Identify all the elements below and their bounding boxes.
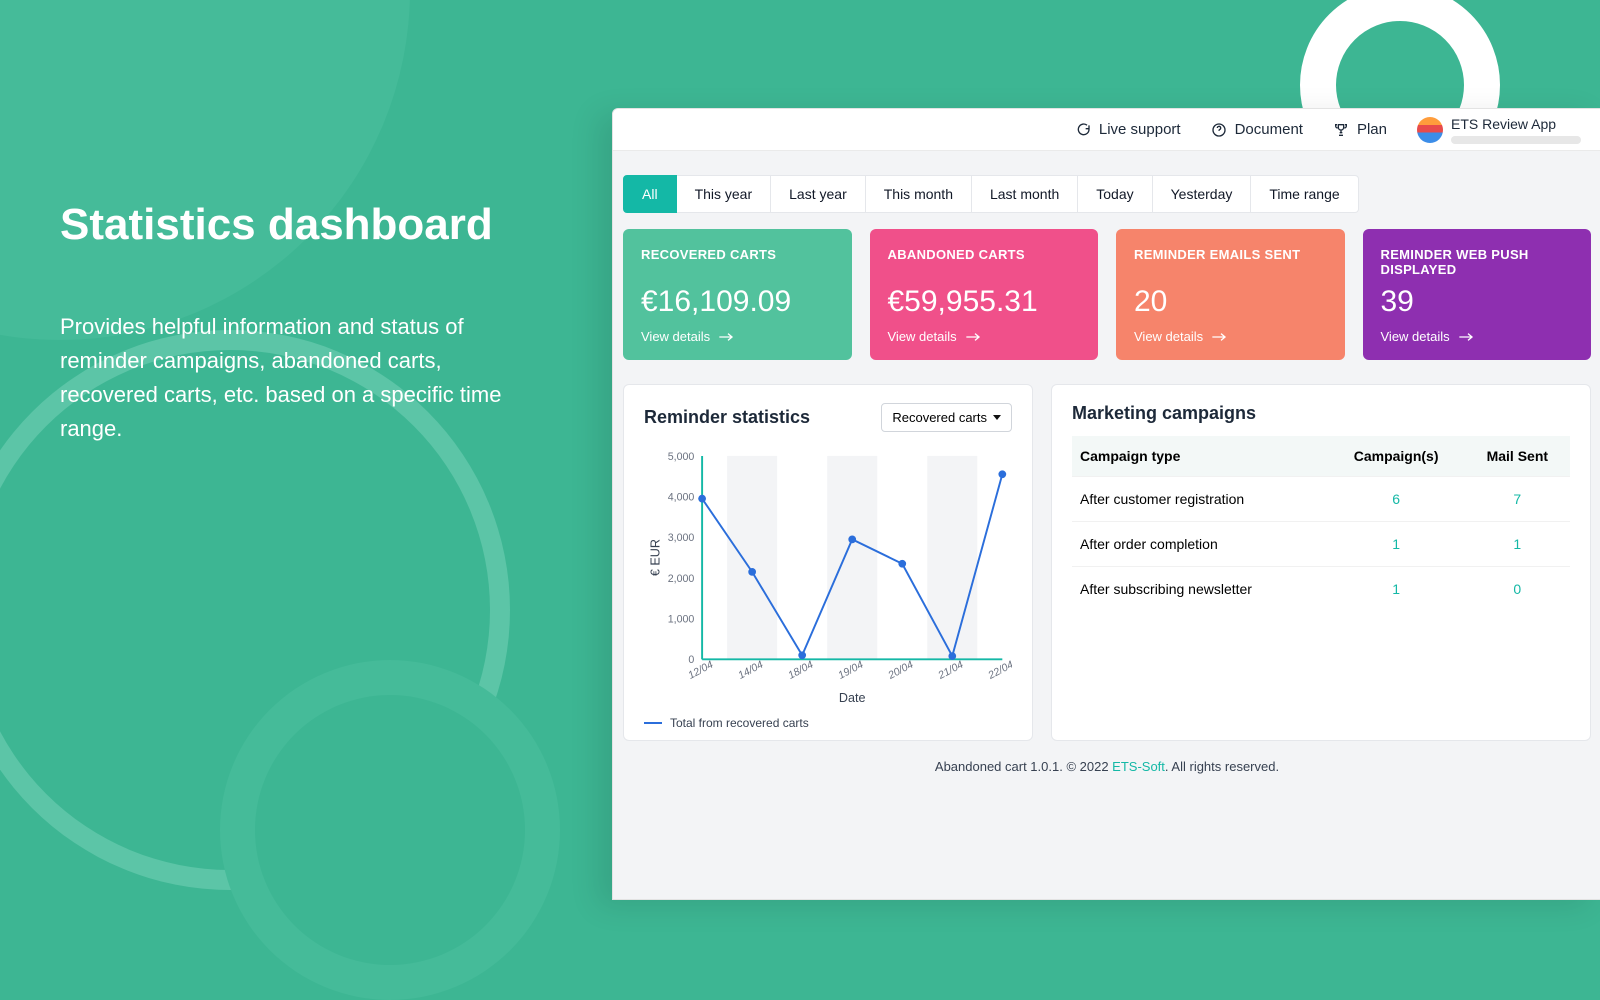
footer-text: Abandoned cart 1.0.1. © 2022 <box>935 759 1112 774</box>
campaign-count: 1 <box>1328 567 1465 612</box>
promo-title: Statistics dashboard <box>60 200 540 250</box>
table-row: After customer registration67 <box>1072 477 1570 522</box>
table-row: After order completion11 <box>1072 522 1570 567</box>
chart-series-select[interactable]: Recovered carts <box>881 403 1012 432</box>
card-caption: REMINDER WEB PUSH DISPLAYED <box>1381 247 1574 281</box>
filter-tab-this-year[interactable]: This year <box>677 175 772 213</box>
card-value: €59,955.31 <box>888 285 1081 319</box>
link-label: View details <box>641 329 710 344</box>
chat-icon <box>1075 122 1091 138</box>
footer-text: . All rights reserved. <box>1165 759 1279 774</box>
card-web-push: REMINDER WEB PUSH DISPLAYED 39 View deta… <box>1363 229 1592 360</box>
svg-text:3,000: 3,000 <box>668 532 695 544</box>
svg-text:2,000: 2,000 <box>668 573 695 585</box>
card-caption: RECOVERED CARTS <box>641 247 834 281</box>
table-row: After subscribing newsletter10 <box>1072 567 1570 612</box>
user-sub-placeholder <box>1451 136 1581 144</box>
filter-tab-all[interactable]: All <box>623 175 677 213</box>
view-details-link[interactable]: View details <box>1381 329 1574 344</box>
user-name: ETS Review App <box>1451 116 1581 132</box>
svg-text:20/04: 20/04 <box>885 659 915 683</box>
card-value: €16,109.09 <box>641 285 834 319</box>
svg-text:Date: Date <box>839 691 866 705</box>
filter-tab-last-year[interactable]: Last year <box>771 175 866 213</box>
svg-text:18/04: 18/04 <box>786 659 815 682</box>
table-header: Campaign type <box>1072 436 1328 477</box>
legend-swatch <box>644 722 662 724</box>
panel-title: Marketing campaigns <box>1072 403 1570 424</box>
arrow-right-icon <box>1458 331 1474 343</box>
legend-label: Total from recovered carts <box>670 716 809 730</box>
view-details-link[interactable]: View details <box>888 329 1081 344</box>
app-window: Live support Document Plan ETS Review Ap… <box>612 108 1600 900</box>
card-caption: REMINDER EMAILS SENT <box>1134 247 1327 281</box>
card-value: 20 <box>1134 285 1327 319</box>
reminder-line-chart: 01,0002,0003,0004,0005,00012/0414/0418/0… <box>644 442 1012 712</box>
svg-text:1,000: 1,000 <box>668 614 695 626</box>
svg-text:21/04: 21/04 <box>935 659 965 683</box>
topbar: Live support Document Plan ETS Review Ap… <box>613 109 1600 151</box>
plan-link[interactable]: Plan <box>1333 121 1387 138</box>
link-label: View details <box>888 329 957 344</box>
table-header: Mail Sent <box>1465 436 1570 477</box>
campaign-count: 1 <box>1328 522 1465 567</box>
view-details-link[interactable]: View details <box>1134 329 1327 344</box>
promo-body: Provides helpful information and status … <box>60 310 540 446</box>
arrow-right-icon <box>1211 331 1227 343</box>
arrow-right-icon <box>965 331 981 343</box>
help-icon <box>1211 122 1227 138</box>
live-support-label: Live support <box>1099 121 1181 138</box>
svg-text:14/04: 14/04 <box>736 659 765 682</box>
link-label: View details <box>1381 329 1450 344</box>
trophy-icon <box>1333 122 1349 138</box>
card-value: 39 <box>1381 285 1574 319</box>
campaign-type: After subscribing newsletter <box>1072 567 1328 612</box>
view-details-link[interactable]: View details <box>641 329 834 344</box>
panel-title: Reminder statistics <box>644 407 810 428</box>
card-abandoned-carts: ABANDONED CARTS €59,955.31 View details <box>870 229 1099 360</box>
campaign-type: After customer registration <box>1072 477 1328 522</box>
mail-sent: 1 <box>1465 522 1570 567</box>
footer: Abandoned cart 1.0.1. © 2022 ETS-Soft. A… <box>613 759 1600 774</box>
marketing-table: Campaign type Campaign(s) Mail Sent Afte… <box>1072 436 1570 611</box>
document-link[interactable]: Document <box>1211 121 1303 138</box>
card-reminder-emails: REMINDER EMAILS SENT 20 View details <box>1116 229 1345 360</box>
bg-circle <box>255 695 525 965</box>
campaign-count: 6 <box>1328 477 1465 522</box>
svg-text:€ EUR: € EUR <box>648 539 662 576</box>
document-label: Document <box>1235 121 1303 138</box>
filter-tab-this-month[interactable]: This month <box>866 175 972 213</box>
reminder-statistics-panel: Reminder statistics Recovered carts 0 1,0… <box>623 384 1033 741</box>
table-header: Campaign(s) <box>1328 436 1465 477</box>
live-support-link[interactable]: Live support <box>1075 121 1181 138</box>
date-filter-tabs: AllThis yearLast yearThis monthLast mont… <box>623 175 1591 213</box>
caret-down-icon <box>993 415 1001 420</box>
filter-tab-today[interactable]: Today <box>1078 175 1152 213</box>
avatar <box>1417 117 1443 143</box>
footer-link[interactable]: ETS-Soft <box>1112 759 1165 774</box>
select-value: Recovered carts <box>892 410 987 425</box>
svg-text:22/04: 22/04 <box>985 659 1012 683</box>
campaign-type: After order completion <box>1072 522 1328 567</box>
filter-tab-last-month[interactable]: Last month <box>972 175 1078 213</box>
filter-tab-yesterday[interactable]: Yesterday <box>1153 175 1252 213</box>
svg-text:0: 0 <box>688 654 694 666</box>
plan-label: Plan <box>1357 121 1387 138</box>
link-label: View details <box>1134 329 1203 344</box>
mail-sent: 7 <box>1465 477 1570 522</box>
card-recovered-carts: RECOVERED CARTS €16,109.09 View details <box>623 229 852 360</box>
marketing-campaigns-panel: Marketing campaigns Campaign type Campai… <box>1051 384 1591 741</box>
filter-tab-time-range[interactable]: Time range <box>1251 175 1358 213</box>
card-caption: ABANDONED CARTS <box>888 247 1081 281</box>
svg-text:4,000: 4,000 <box>668 491 695 503</box>
arrow-right-icon <box>718 331 734 343</box>
user-menu[interactable]: ETS Review App <box>1417 116 1581 144</box>
svg-text:19/04: 19/04 <box>836 659 865 682</box>
mail-sent: 0 <box>1465 567 1570 612</box>
svg-text:5,000: 5,000 <box>668 451 695 463</box>
